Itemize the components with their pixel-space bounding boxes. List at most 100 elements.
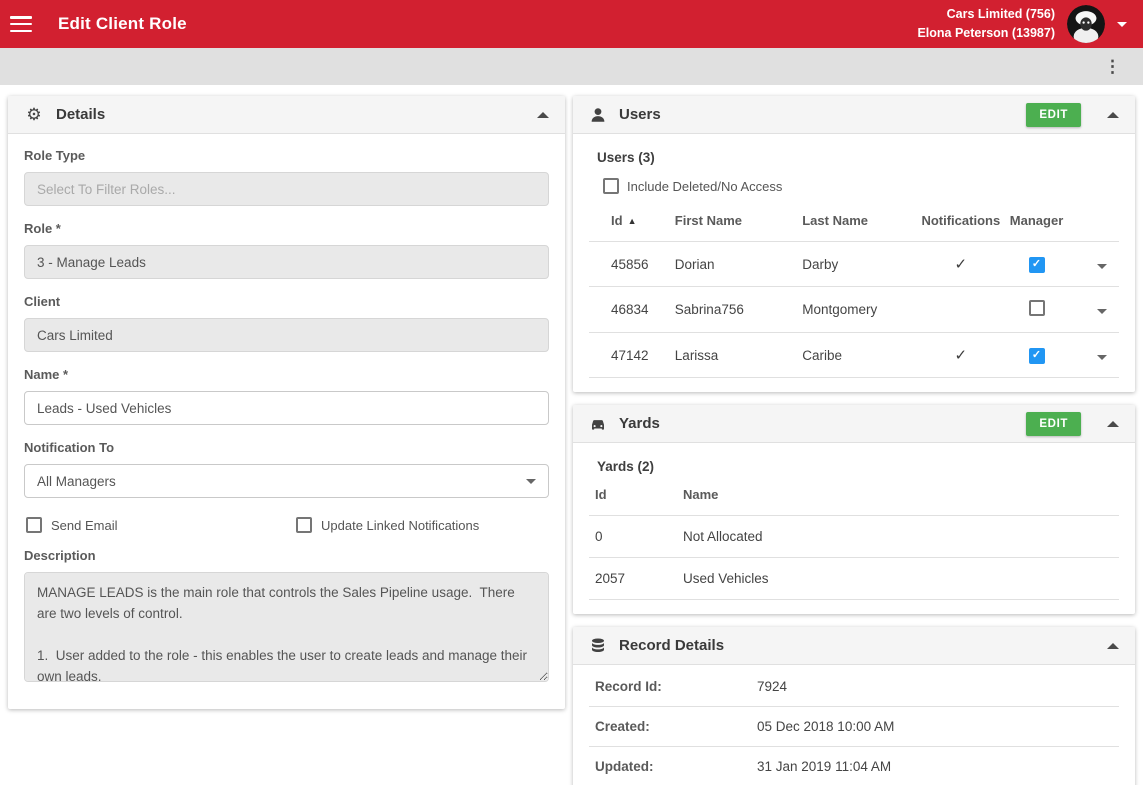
users-card-header: Users EDIT (573, 96, 1135, 134)
users-edit-button[interactable]: EDIT (1026, 102, 1081, 127)
users-col-manager[interactable]: Manager (1005, 200, 1068, 242)
include-deleted-checkbox[interactable] (603, 178, 619, 194)
yards-count-label: Yards (2) (597, 459, 655, 474)
user-first-name-cell: Larissa (670, 332, 799, 378)
select-caret-icon (526, 478, 536, 484)
user-manager-cell (1005, 332, 1068, 378)
users-table-body: 45856DorianDarby ✓ 46834Sabrina756Montgome… (589, 241, 1119, 378)
name-input[interactable] (24, 391, 549, 425)
record-detail-row: Record Id: 7924 (589, 667, 1119, 707)
row-expand-caret-icon[interactable] (1097, 354, 1107, 360)
users-table-row: 45856 Dorian Darby ✓ (589, 241, 1119, 287)
notification-to-label: Notification To (24, 440, 115, 455)
account-user-label: Elona Peterson (13987) (917, 26, 1055, 40)
row-expand-caret-icon[interactable] (1097, 263, 1107, 269)
send-email-checkbox[interactable] (26, 517, 42, 533)
description-textarea[interactable]: MANAGE LEADS is the main role that contr… (24, 572, 549, 682)
role-input[interactable] (24, 245, 549, 279)
secondary-toolbar: ⋮ (0, 48, 1143, 85)
record-details-card-header: Record Details (573, 627, 1135, 665)
users-table-header-row: Id ▲ First Name Last Name Notifications M… (589, 200, 1119, 242)
record-details-body: Record Id: 7924 Created: 05 Dec 2018 10:00 … (573, 665, 1135, 785)
manager-checkbox[interactable] (1028, 347, 1045, 364)
yards-table-row: 2057 Used Vehicles (589, 557, 1119, 600)
update-linked-option: Update Linked Notifications (296, 517, 479, 533)
yards-col-id[interactable]: Id (589, 474, 679, 516)
record-detail-value: 05 Dec 2018 10:00 AM (757, 719, 895, 734)
page-title: Edit Client Role (58, 14, 187, 33)
row-expand-caret-icon[interactable] (1097, 309, 1107, 314)
user-notifications-cell (915, 286, 1006, 333)
app-window: Edit Client Role Cars Limited (756) Elon… (0, 0, 1143, 785)
role-type-input[interactable] (24, 172, 549, 206)
manager-checkbox[interactable] (1028, 300, 1045, 316)
account-menu-caret-icon[interactable] (1117, 21, 1127, 27)
account-info: Cars Limited (756) Elona Peterson (13987… (917, 5, 1055, 43)
user-id-cell: 47142 (589, 332, 671, 378)
users-table-row: 46834 Sabrina756 Montgomery (589, 286, 1119, 333)
users-count-label: Users (3) (597, 150, 655, 165)
yards-icon (592, 419, 604, 430)
client-input[interactable] (24, 318, 549, 352)
role-label: Role * (24, 221, 61, 236)
user-notifications-cell: ✓ (915, 332, 1006, 378)
manager-checkbox[interactable] (1028, 256, 1045, 273)
record-details-collapse-icon[interactable] (1107, 642, 1119, 649)
yards-card: Yards EDIT Yards (2) Id Name 0 Not Alloc… (573, 405, 1135, 614)
record-detail-value: 31 Jan 2019 11:04 AM (757, 759, 892, 774)
users-icon (591, 107, 605, 122)
details-card-header: ⚙ Details (8, 96, 565, 134)
user-id-cell: 46834 (589, 286, 671, 333)
yards-table-header-row: Id Name (589, 474, 1119, 516)
yards-col-name[interactable]: Name (679, 474, 1119, 516)
yards-edit-button[interactable]: EDIT (1026, 411, 1081, 436)
more-options-icon[interactable]: ⋮ (1098, 54, 1127, 79)
menu-icon[interactable] (10, 16, 32, 32)
notification-to-select[interactable]: All Managers (24, 464, 549, 498)
user-last-name-cell: Caribe (798, 332, 916, 378)
user-row-actions-cell (1067, 286, 1119, 333)
include-deleted-label: Include Deleted/No Access (627, 178, 783, 194)
users-card-body: Users (3) Include Deleted/No Access Id ▲ … (573, 150, 1135, 392)
user-manager-cell (1005, 286, 1068, 333)
user-notifications-cell: ✓ (915, 241, 1006, 287)
yards-table-row: 0 Not Allocated (589, 515, 1119, 558)
details-collapse-icon[interactable] (537, 111, 549, 118)
yards-card-body: Yards (2) Id Name 0 Not Allocated 2057 Used… (573, 459, 1135, 614)
details-checkbox-row: Send Email Update Linked Notifications (26, 517, 549, 533)
details-form: Role Type Role * Client Name * Notificat… (8, 134, 565, 709)
users-col-last-name[interactable]: Last Name (798, 200, 916, 242)
send-email-option: Send Email (26, 517, 296, 533)
user-row-actions-cell (1067, 241, 1119, 287)
record-detail-row: Created: 05 Dec 2018 10:00 AM (589, 707, 1119, 747)
record-detail-label: Updated: (595, 759, 654, 774)
client-label: Client (24, 294, 61, 309)
user-manager-cell (1005, 241, 1068, 287)
users-col-first-name[interactable]: First Name (670, 200, 799, 242)
record-details-card-title: Record Details (619, 637, 725, 654)
main-content: ⚙ Details Role Type Role * Client Name *… (0, 85, 1143, 785)
details-card: ⚙ Details Role Type Role * Client Name *… (8, 96, 565, 709)
role-type-label: Role Type (24, 148, 86, 163)
users-table: Id ▲ First Name Last Name Notifications M… (589, 200, 1119, 378)
notification-check-icon: ✓ (954, 256, 968, 273)
yards-collapse-icon[interactable] (1107, 420, 1119, 427)
yards-table: Id Name 0 Not Allocated 2057 Used Vehicles (589, 474, 1119, 600)
notification-check-icon: ✓ (954, 347, 968, 364)
yards-card-title: Yards (619, 415, 660, 432)
description-label: Description (24, 548, 96, 563)
user-last-name-cell: Montgomery (798, 286, 916, 333)
avatar[interactable] (1067, 5, 1105, 43)
user-id-cell: 45856 (589, 241, 671, 287)
account-client-label: Cars Limited (756) (946, 7, 1055, 21)
users-card-title: Users (619, 106, 661, 123)
record-detail-label: Created: (595, 719, 650, 734)
users-collapse-icon[interactable] (1107, 111, 1119, 118)
yard-id-cell: 0 (589, 515, 679, 558)
users-col-notifications[interactable]: Notifications (915, 200, 1006, 242)
users-col-id[interactable]: Id ▲ (589, 200, 671, 242)
users-table-row: 47142 Larissa Caribe ✓ (589, 332, 1119, 378)
yard-name-cell: Not Allocated (679, 515, 1119, 558)
update-linked-checkbox[interactable] (296, 517, 312, 533)
user-first-name-cell: Dorian (670, 241, 799, 287)
